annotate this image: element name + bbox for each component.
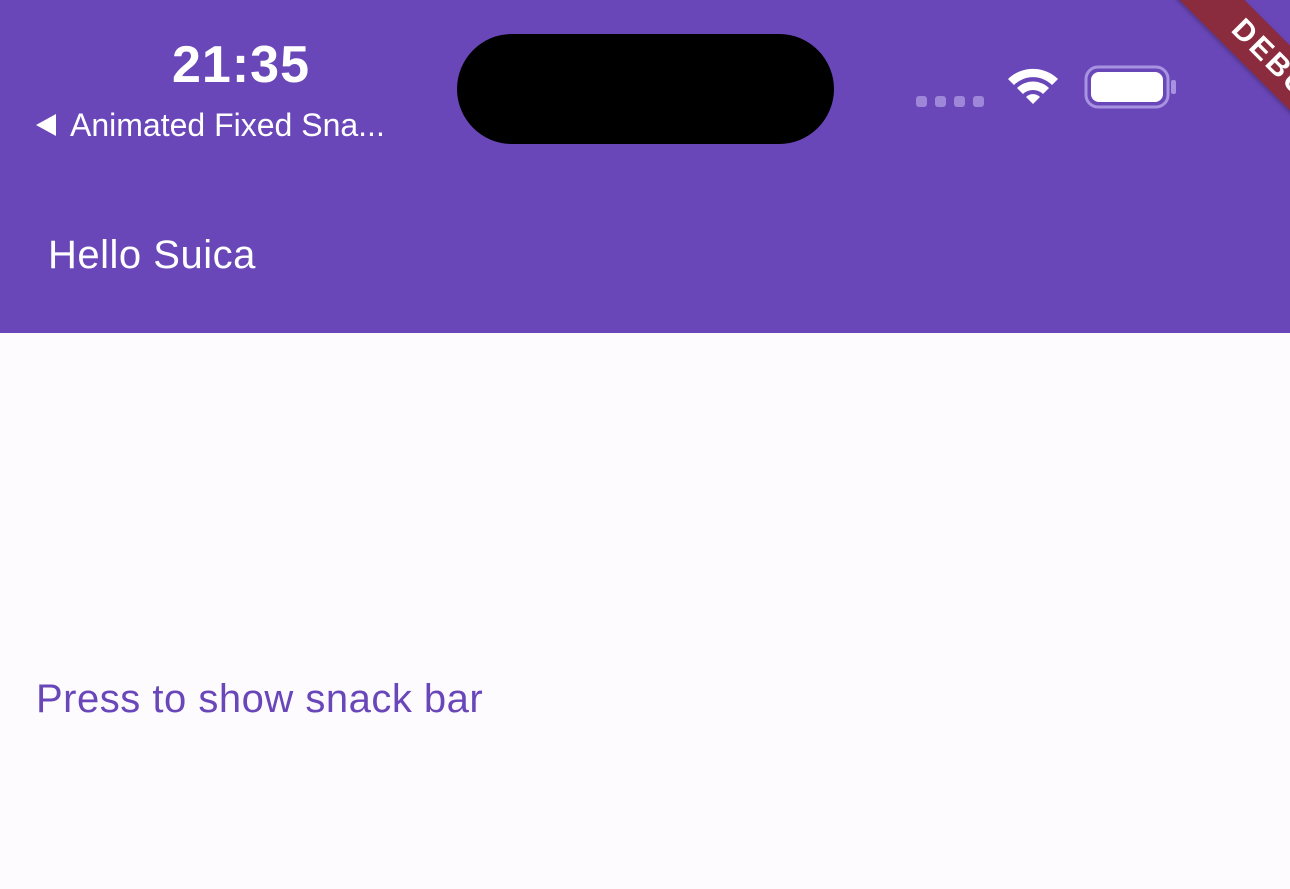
wifi-icon — [1008, 68, 1058, 104]
back-app-label: Animated Fixed Sna... — [70, 107, 385, 143]
page-title: Hello Suica — [48, 233, 256, 277]
app-bar: 21:35 Animated Fixed Sna... Hello Suica — [0, 0, 1290, 333]
cell-signal-icon — [916, 96, 984, 107]
back-to-app-link[interactable]: Animated Fixed Sna... — [36, 106, 385, 144]
dynamic-island — [457, 34, 834, 144]
back-triangle-icon — [36, 114, 56, 136]
battery-icon — [1084, 65, 1176, 109]
status-time: 21:35 — [172, 36, 310, 94]
show-snack-bar-button[interactable]: Press to show snack bar — [36, 674, 483, 724]
app-screen: 21:35 Animated Fixed Sna... Hello Suica … — [0, 0, 1290, 889]
